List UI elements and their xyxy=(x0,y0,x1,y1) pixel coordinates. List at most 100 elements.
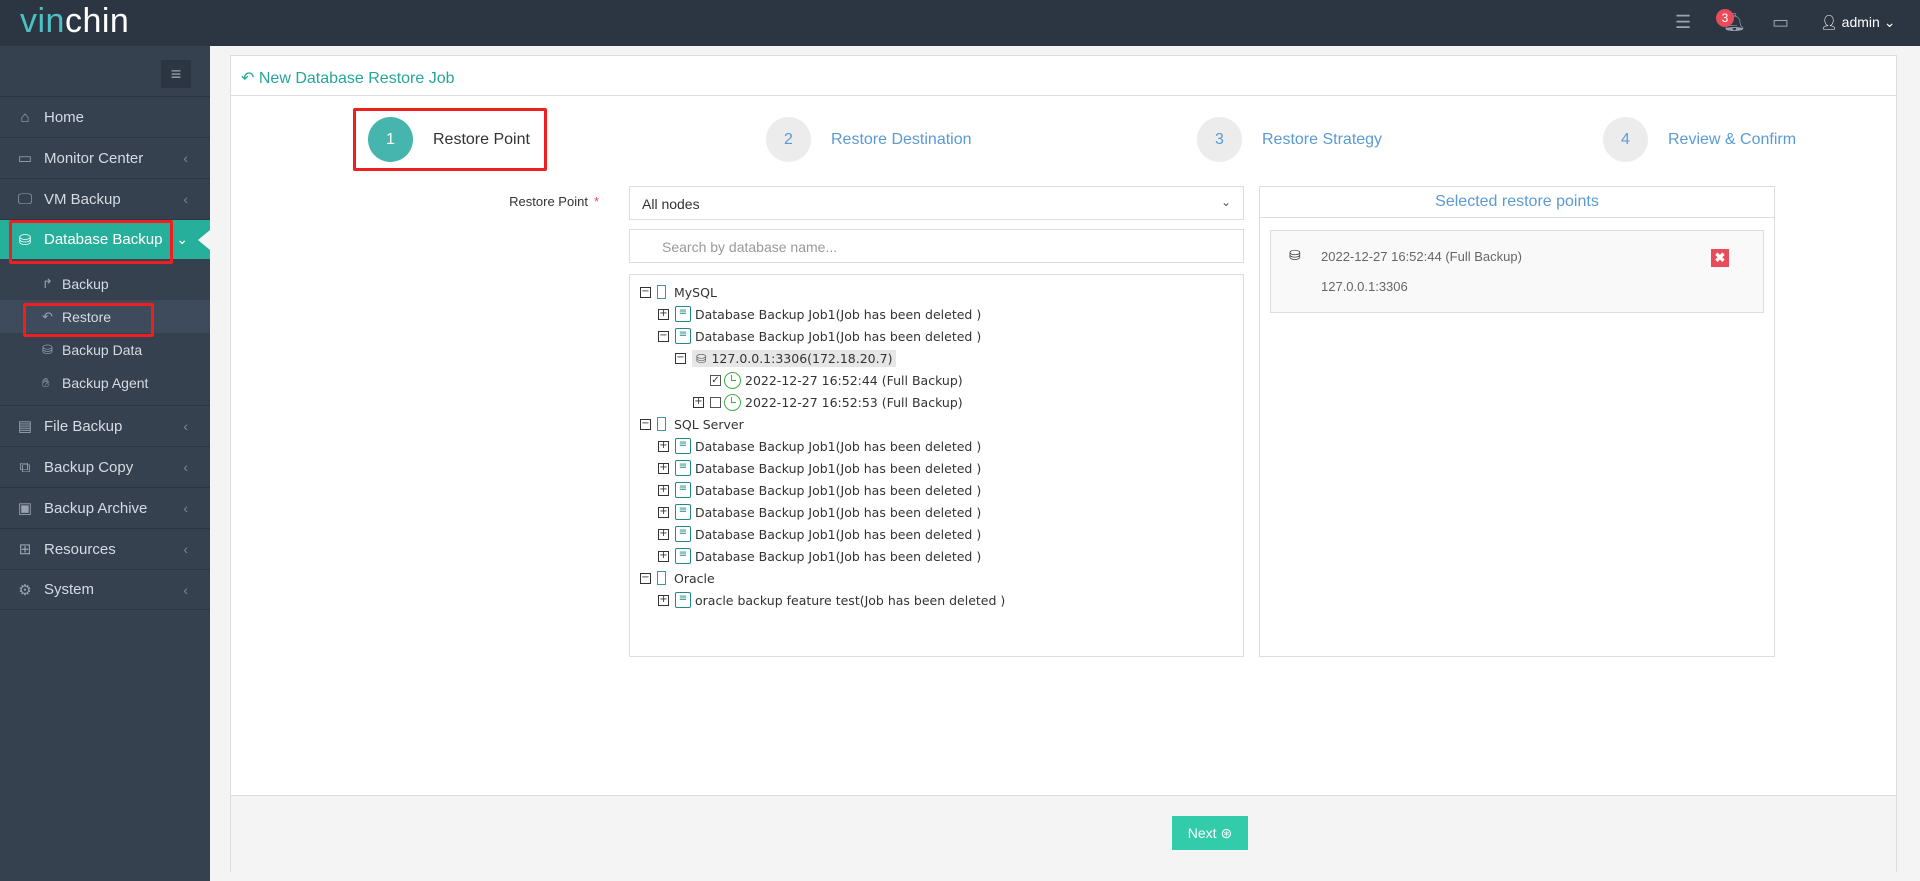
share-icon: ↱ xyxy=(42,275,53,291)
chevron-down-icon: ⌄ xyxy=(1220,195,1231,209)
chevron-left-icon: ‹ xyxy=(183,191,188,207)
tree-node-job[interactable]: + ≡ Database Backup Job1(Job has been dele… xyxy=(630,457,1243,479)
expand-icon: + xyxy=(658,593,669,606)
expand-icon: + xyxy=(658,483,669,496)
sidebar-item-backup-archive[interactable]: ▣ Backup Archive ‹ xyxy=(0,487,210,528)
tree-node-instance[interactable]: − ⛁ 127.0.0.1:3306(172.18.20.7) xyxy=(630,347,1243,369)
next-button[interactable]: Next ⊛ xyxy=(1172,816,1248,850)
sidebar-subitem-backup-data[interactable]: ⛁ Backup Data xyxy=(0,333,210,366)
search-input[interactable]: Search by database name... xyxy=(629,229,1244,263)
database-icon: ⛁ xyxy=(1289,247,1301,263)
tree-node-job[interactable]: + ≡ Database Backup Job1(Job has been dele… xyxy=(630,479,1243,501)
tree-node-job[interactable]: + ≡ oracle backup feature test(Job has bee… xyxy=(630,589,1243,611)
user-icon: 👤︎ xyxy=(1820,14,1842,30)
sidebar-item-home[interactable]: ⌂ Home xyxy=(0,96,210,137)
server-icon xyxy=(657,417,666,431)
arrow-right-circle-icon: ⊛ xyxy=(1220,825,1233,841)
expand-icon: + xyxy=(658,439,669,452)
panel-title: Selected restore points xyxy=(1260,187,1774,218)
clock-icon xyxy=(724,393,741,411)
collapse-icon: − xyxy=(640,571,651,584)
expand-icon: + xyxy=(693,395,704,408)
expand-icon: + xyxy=(658,505,669,518)
archive-icon: ▣ xyxy=(17,500,33,517)
notification-badge: 3 xyxy=(1716,9,1734,27)
remove-button[interactable]: ✖ xyxy=(1711,249,1729,267)
tree-node-sql-server[interactable]: − SQL Server xyxy=(630,413,1243,435)
highlight-box xyxy=(9,220,173,264)
collapse-icon: − xyxy=(640,417,651,430)
chevron-left-icon: ‹ xyxy=(183,459,188,475)
collapse-icon: − xyxy=(658,329,669,342)
sidebar-subitem-backup[interactable]: ↱ Backup xyxy=(0,267,210,300)
tree-node-job[interactable]: + ≡ Database Backup Job1(Job has been dele… xyxy=(630,501,1243,523)
user-menu[interactable]: 👤︎ admin ⌄ xyxy=(1820,14,1895,31)
tree-node-mysql[interactable]: − MySQL xyxy=(630,281,1243,303)
clock-icon xyxy=(724,371,741,389)
tree-node-job[interactable]: + ≡ Database Backup Job1(Job has been dele… xyxy=(630,523,1243,545)
monitor-icon[interactable]: ▭ xyxy=(1772,12,1789,33)
highlight-box xyxy=(353,108,547,171)
footer-bar: Next ⊛ xyxy=(231,795,1896,872)
chevron-left-icon: ‹ xyxy=(183,418,188,434)
server-icon xyxy=(657,285,666,299)
home-icon: ⌂ xyxy=(20,108,30,126)
tree-node-job[interactable]: + ≡ Database Backup Job1(Job has been dele… xyxy=(630,545,1243,567)
menu-toggle-button[interactable]: ≡ xyxy=(161,60,191,88)
database-icon: ⛁ xyxy=(42,341,53,357)
sidebar-item-vm-backup[interactable]: 🖵︎ VM Backup ‹ xyxy=(0,178,210,219)
expand-icon: + xyxy=(658,549,669,562)
tree-node-restore-point[interactable]: +2022-12-27 16:52:53 (Full Backup) xyxy=(630,391,1243,413)
restore-point-tree: − MySQL + ≡ Database Backup Job1(Job has be… xyxy=(629,274,1244,657)
sidebar-subitem-backup-agent[interactable]: ✋︎ Backup Agent xyxy=(0,366,210,399)
server-list-icon[interactable]: ☰ xyxy=(1675,12,1691,33)
page-title: ↶ New Database Restore Job xyxy=(231,56,1896,96)
checkbox-checked[interactable]: ✓ xyxy=(710,374,721,386)
chevron-down-icon: ⌄ xyxy=(176,231,188,247)
chevron-left-icon: ‹ xyxy=(183,500,188,516)
copy-icon: ⧉ xyxy=(19,458,31,476)
expand-icon: + xyxy=(658,461,669,474)
list-icon: ≡ xyxy=(675,460,691,476)
selected-restore-point-card: ⛁ 2022-12-27 16:52:44 (Full Backup) 127.… xyxy=(1270,230,1764,313)
list-icon: ≡ xyxy=(675,504,691,520)
restore-job-panel: ↶ New Database Restore Job 1 Restore Poin… xyxy=(230,55,1897,872)
selected-restore-points-panel: Selected restore points ⛁ 2022-12-27 16:… xyxy=(1259,186,1775,657)
chevron-left-icon: ‹ xyxy=(183,541,188,557)
reply-icon: ↶ xyxy=(241,70,259,87)
chevron-left-icon: ‹ xyxy=(183,581,188,598)
gear-icon: ⚙ xyxy=(18,581,32,599)
tree-node-job[interactable]: + ≡ Database Backup Job1(Job has been dele… xyxy=(630,303,1243,325)
list-icon: ≡ xyxy=(675,438,691,454)
chevron-left-icon: ‹ xyxy=(183,150,188,166)
tree-node-oracle[interactable]: − Oracle xyxy=(630,567,1243,589)
agent-icon: ✋︎ xyxy=(42,374,50,390)
top-bar: vinchin ☰ 🔔︎ 3 ▭ 👤︎ admin ⌄ xyxy=(0,0,1920,46)
sidebar-item-backup-copy[interactable]: ⧉ Backup Copy ‹ xyxy=(0,446,210,487)
collapse-icon: − xyxy=(640,285,651,298)
expand-icon: + xyxy=(658,527,669,540)
sidebar-item-file-backup[interactable]: ▤ File Backup ‹ xyxy=(0,405,210,446)
server-icon xyxy=(657,571,666,585)
step-review-confirm: 4 Review & Confirm xyxy=(1603,117,1796,162)
list-icon: ≡ xyxy=(675,306,691,322)
monitor-icon: ▭ xyxy=(17,150,33,167)
tree-node-job[interactable]: + ≡ Database Backup Job1(Job has been dele… xyxy=(630,435,1243,457)
list-icon: ≡ xyxy=(675,482,691,498)
desktop-icon: 🖵︎ xyxy=(17,190,33,208)
checkbox[interactable] xyxy=(710,396,721,408)
sidebar-item-system[interactable]: ⚙ System ‹ xyxy=(0,569,210,610)
tree-node-restore-point[interactable]: ✓ 2022-12-27 16:52:44 (Full Backup) xyxy=(630,369,1243,391)
list-icon: ≡ xyxy=(675,548,691,564)
restore-point-label: Restore Point * xyxy=(509,194,599,209)
step-restore-destination: 2 Restore Destination xyxy=(766,117,972,162)
sidebar-item-resources[interactable]: ⊞ Resources ‹ xyxy=(0,528,210,569)
tree-node-job[interactable]: − ≡ Database Backup Job1(Job has been dele… xyxy=(630,325,1243,347)
list-icon: ≡ xyxy=(675,526,691,542)
database-icon: ⛁ xyxy=(696,350,707,366)
sidebar-item-monitor-center[interactable]: ▭ Monitor Center ‹ xyxy=(0,137,210,178)
collapse-icon: − xyxy=(675,351,686,364)
expand-icon: + xyxy=(658,307,669,320)
node-select[interactable]: All nodes ⌄ xyxy=(629,186,1244,220)
step-restore-strategy: 3 Restore Strategy xyxy=(1197,117,1382,162)
